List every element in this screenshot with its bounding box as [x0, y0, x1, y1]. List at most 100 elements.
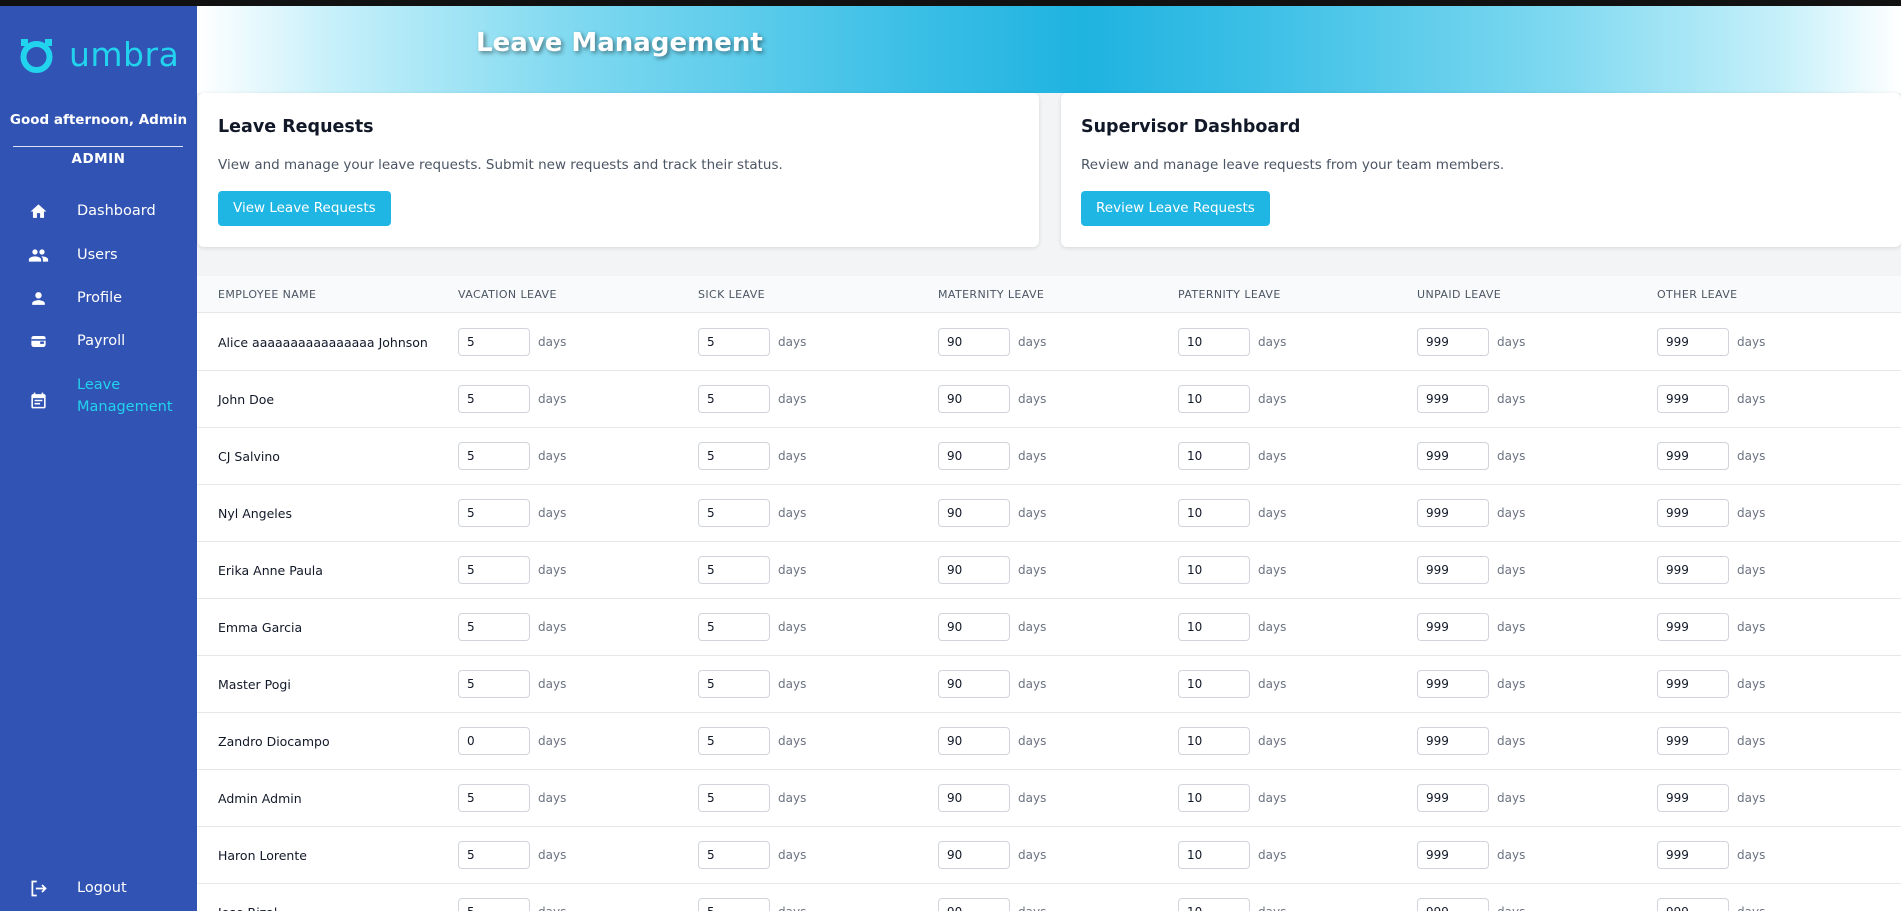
sick-leave-input[interactable]: [698, 328, 770, 356]
paternity-leave-input[interactable]: [1178, 556, 1250, 584]
employee-name: Admin Admin: [218, 791, 302, 806]
vacation-leave-input[interactable]: [458, 556, 530, 584]
paternity-leave-input[interactable]: [1178, 898, 1250, 911]
leave-balance-table: EMPLOYEE NAME VACATION LEAVE SICK LEAVE …: [197, 276, 1901, 911]
sick-leave-input[interactable]: [698, 898, 770, 911]
maternity-leave-input[interactable]: [938, 328, 1010, 356]
vacation-leave-input[interactable]: [458, 442, 530, 470]
vacation-leave-input[interactable]: [458, 898, 530, 911]
vacation-leave-input[interactable]: [458, 499, 530, 527]
maternity-leave-cell: days: [938, 385, 1046, 413]
paternity-leave-input[interactable]: [1178, 499, 1250, 527]
maternity-leave-input[interactable]: [938, 385, 1010, 413]
unpaid-leave-input[interactable]: [1417, 727, 1489, 755]
vacation-leave-input[interactable]: [458, 613, 530, 641]
vacation-leave-cell: days: [458, 556, 566, 584]
other-leave-input[interactable]: [1657, 727, 1729, 755]
vacation-leave-input[interactable]: [458, 385, 530, 413]
sidebar-item-label: Profile: [77, 290, 123, 306]
table-row: Master Pogi days days days days days days: [197, 656, 1901, 713]
days-unit-label: days: [1018, 563, 1047, 577]
days-unit-label: days: [1258, 506, 1287, 520]
paternity-leave-input[interactable]: [1178, 841, 1250, 869]
vacation-leave-input[interactable]: [458, 670, 530, 698]
days-unit-label: days: [538, 449, 567, 463]
maternity-leave-input[interactable]: [938, 499, 1010, 527]
maternity-leave-cell: days: [938, 727, 1046, 755]
other-leave-input[interactable]: [1657, 499, 1729, 527]
app-logo[interactable]: umbra: [18, 36, 179, 73]
sick-leave-input[interactable]: [698, 727, 770, 755]
unpaid-leave-input[interactable]: [1417, 670, 1489, 698]
maternity-leave-cell: days: [938, 898, 1046, 911]
sick-leave-input[interactable]: [698, 556, 770, 584]
other-leave-input[interactable]: [1657, 841, 1729, 869]
unpaid-leave-input[interactable]: [1417, 328, 1489, 356]
paternity-leave-cell: days: [1178, 727, 1286, 755]
paternity-leave-cell: days: [1178, 385, 1286, 413]
sick-leave-input[interactable]: [698, 670, 770, 698]
maternity-leave-input[interactable]: [938, 670, 1010, 698]
sick-leave-input[interactable]: [698, 499, 770, 527]
maternity-leave-input[interactable]: [938, 613, 1010, 641]
sick-leave-input[interactable]: [698, 613, 770, 641]
days-unit-label: days: [1018, 677, 1047, 691]
vacation-leave-input[interactable]: [458, 784, 530, 812]
calendar-icon: [27, 389, 49, 411]
other-leave-input[interactable]: [1657, 784, 1729, 812]
unpaid-leave-input[interactable]: [1417, 613, 1489, 641]
view-leave-requests-button[interactable]: View Leave Requests: [218, 191, 391, 226]
other-leave-input[interactable]: [1657, 670, 1729, 698]
table-row: CJ Salvino days days days days days days: [197, 428, 1901, 485]
sick-leave-input[interactable]: [698, 841, 770, 869]
other-leave-cell: days: [1657, 670, 1765, 698]
other-leave-input[interactable]: [1657, 385, 1729, 413]
other-leave-input[interactable]: [1657, 556, 1729, 584]
maternity-leave-input[interactable]: [938, 727, 1010, 755]
unpaid-leave-input[interactable]: [1417, 556, 1489, 584]
paternity-leave-input[interactable]: [1178, 442, 1250, 470]
paternity-leave-input[interactable]: [1178, 670, 1250, 698]
days-unit-label: days: [538, 563, 567, 577]
unpaid-leave-input[interactable]: [1417, 499, 1489, 527]
sick-leave-input[interactable]: [698, 784, 770, 812]
maternity-leave-input[interactable]: [938, 442, 1010, 470]
maternity-leave-input[interactable]: [938, 556, 1010, 584]
sick-leave-cell: days: [698, 328, 806, 356]
days-unit-label: days: [538, 848, 567, 862]
other-leave-input[interactable]: [1657, 328, 1729, 356]
unpaid-leave-cell: days: [1417, 613, 1525, 641]
days-unit-label: days: [778, 791, 807, 805]
sick-leave-input[interactable]: [698, 385, 770, 413]
sick-leave-cell: days: [698, 898, 806, 911]
column-header-employee-name: EMPLOYEE NAME: [218, 288, 317, 301]
vacation-leave-input[interactable]: [458, 727, 530, 755]
other-leave-cell: days: [1657, 784, 1765, 812]
paternity-leave-input[interactable]: [1178, 727, 1250, 755]
review-leave-requests-button[interactable]: Review Leave Requests: [1081, 191, 1270, 226]
maternity-leave-input[interactable]: [938, 841, 1010, 869]
maternity-leave-input[interactable]: [938, 898, 1010, 911]
unpaid-leave-input[interactable]: [1417, 385, 1489, 413]
vacation-leave-input[interactable]: [458, 328, 530, 356]
unpaid-leave-input[interactable]: [1417, 784, 1489, 812]
maternity-leave-input[interactable]: [938, 784, 1010, 812]
vacation-leave-input[interactable]: [458, 841, 530, 869]
maternity-leave-cell: days: [938, 499, 1046, 527]
unpaid-leave-input[interactable]: [1417, 841, 1489, 869]
unpaid-leave-cell: days: [1417, 442, 1525, 470]
days-unit-label: days: [1737, 905, 1765, 911]
sick-leave-input[interactable]: [698, 442, 770, 470]
other-leave-input[interactable]: [1657, 442, 1729, 470]
other-leave-input[interactable]: [1657, 613, 1729, 641]
paternity-leave-input[interactable]: [1178, 784, 1250, 812]
paternity-leave-input[interactable]: [1178, 328, 1250, 356]
other-leave-input[interactable]: [1657, 898, 1729, 911]
days-unit-label: days: [1018, 506, 1047, 520]
paternity-leave-input[interactable]: [1178, 385, 1250, 413]
unpaid-leave-input[interactable]: [1417, 898, 1489, 911]
unpaid-leave-input[interactable]: [1417, 442, 1489, 470]
paternity-leave-cell: days: [1178, 613, 1286, 641]
paternity-leave-input[interactable]: [1178, 613, 1250, 641]
paternity-leave-cell: days: [1178, 784, 1286, 812]
